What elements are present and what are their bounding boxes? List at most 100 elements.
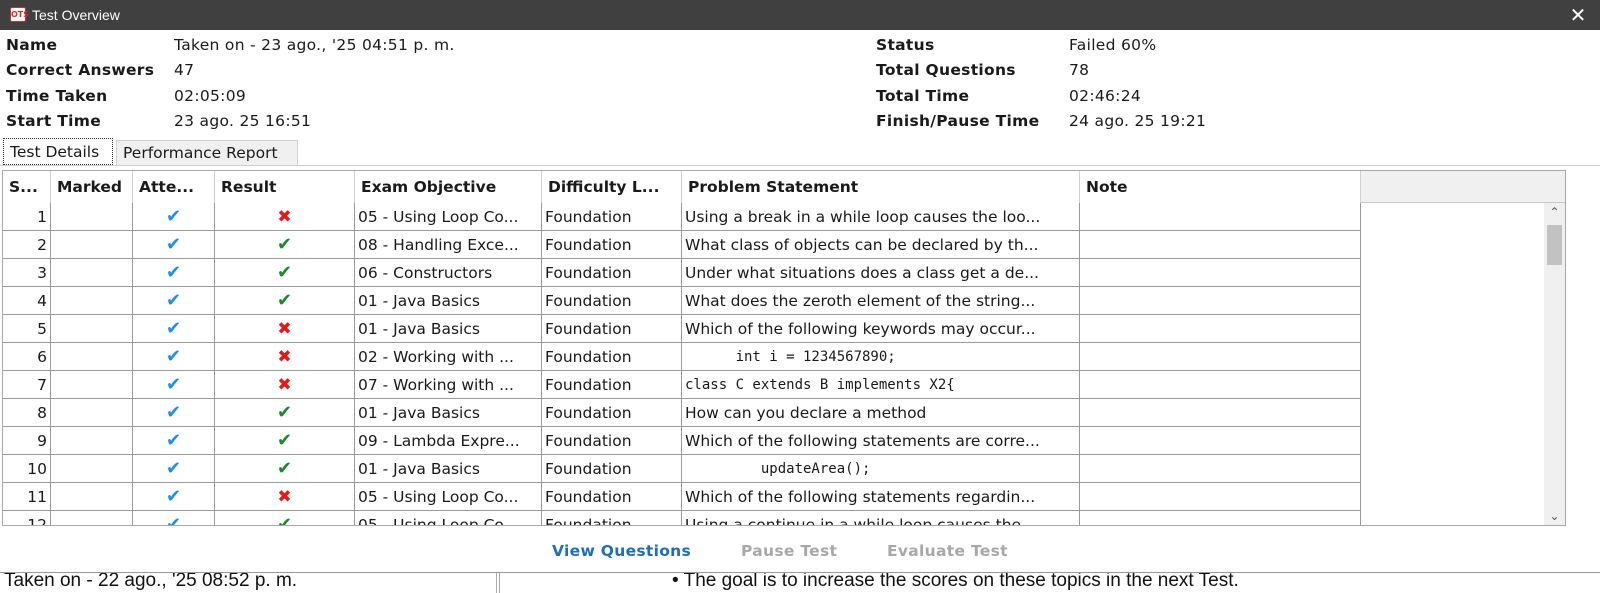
evaluate-test-button[interactable]: Evaluate Test xyxy=(887,542,1008,560)
summary-row-finish-time: Finish/Pause Time 24 ago. 25 19:21 xyxy=(876,108,1206,134)
cell-difficulty: Foundation xyxy=(542,427,682,455)
action-bar: View Questions Pause Test Evaluate Test xyxy=(0,530,1600,572)
summary-label: Status xyxy=(876,36,935,54)
cell-serial: 7 xyxy=(3,371,51,399)
cell-result: ✔ xyxy=(215,511,355,525)
cell-problem-statement: Which of the following keywords may occu… xyxy=(682,315,1080,343)
table-row[interactable]: 9 ✔ ✔ 09 - Lambda Expre... Foundation Which o… xyxy=(3,427,1361,455)
attempted-check-icon: ✔ xyxy=(165,206,182,227)
title-bar: OTS Test Overview ✕ xyxy=(0,0,1600,30)
summary-row-total-questions: Total Questions 78 xyxy=(876,57,1089,83)
cell-note xyxy=(1080,287,1361,315)
window-title: Test Overview xyxy=(32,7,120,23)
summary-label: Total Questions xyxy=(876,61,1016,79)
summary-label: Total Time xyxy=(876,87,970,105)
pause-test-button[interactable]: Pause Test xyxy=(741,542,837,560)
table-row[interactable]: 1 ✔ ✖ 05 - Using Loop Co... Foundation Using … xyxy=(3,203,1361,231)
cell-serial: 4 xyxy=(3,287,51,315)
cell-serial: 2 xyxy=(3,231,51,259)
cell-marked xyxy=(51,315,133,343)
cell-marked xyxy=(51,371,133,399)
table-row[interactable]: 10 ✔ ✔ 01 - Java Basics Foundation updateAre… xyxy=(3,455,1361,483)
cell-problem-statement: Using a break in a while loop causes the… xyxy=(682,203,1080,231)
cell-result: ✖ xyxy=(215,371,355,399)
cell-result: ✖ xyxy=(215,315,355,343)
vertical-scrollbar[interactable]: ⌃ ⌄ xyxy=(1544,203,1565,525)
cell-exam-objective: 07 - Working with ... xyxy=(355,371,542,399)
cell-attempted: ✔ xyxy=(133,371,215,399)
summary-label: Start Time xyxy=(6,112,102,130)
summary-label: Time Taken xyxy=(6,87,108,105)
summary-row-status: Status Failed 60% xyxy=(876,32,1156,58)
table-row[interactable]: 4 ✔ ✔ 01 - Java Basics Foundation What does t… xyxy=(3,287,1361,315)
view-questions-button[interactable]: View Questions xyxy=(552,542,691,560)
cell-marked xyxy=(51,343,133,371)
test-details-table: S... Marked Atte... Result Exam Objectiv… xyxy=(2,170,1566,526)
table-row[interactable]: 7 ✔ ✖ 07 - Working with ... Foundation class … xyxy=(3,371,1361,399)
background-right-text: • The goal is to increase the scores on … xyxy=(672,572,1239,591)
scroll-down-icon[interactable]: ⌄ xyxy=(1544,507,1565,525)
cell-difficulty: Foundation xyxy=(542,455,682,483)
cell-serial: 5 xyxy=(3,315,51,343)
column-header-note[interactable]: Note xyxy=(1080,171,1361,203)
table-row[interactable]: 2 ✔ ✔ 08 - Handling Exce... Foundation What c… xyxy=(3,231,1361,259)
cell-note xyxy=(1080,483,1361,511)
cell-note xyxy=(1080,315,1361,343)
summary-row-start-time: Start Time 23 ago. 25 16:51 xyxy=(6,108,311,134)
summary-value: 47 xyxy=(174,61,195,79)
column-header-difficulty[interactable]: Difficulty L... xyxy=(542,171,682,203)
table-row[interactable]: 8 ✔ ✔ 01 - Java Basics Foundation How can you… xyxy=(3,399,1361,427)
summary-row-correct-answers: Correct Answers 47 xyxy=(6,57,194,83)
summary-row-time-taken: Time Taken 02:05:09 xyxy=(6,83,246,109)
cell-marked xyxy=(51,455,133,483)
column-header-result[interactable]: Result xyxy=(215,171,355,203)
cell-marked xyxy=(51,287,133,315)
cell-result: ✖ xyxy=(215,203,355,231)
cell-result: ✖ xyxy=(215,483,355,511)
summary-row-total-time: Total Time 02:46:24 xyxy=(876,83,1141,109)
cell-difficulty: Foundation xyxy=(542,259,682,287)
tab-test-details[interactable]: Test Details xyxy=(3,138,113,165)
summary-value: 02:46:24 xyxy=(1069,87,1142,105)
table-row[interactable]: 12 ✔ ✔ 05 - Using Loop Co... Foundation Using… xyxy=(3,511,1361,525)
cell-note xyxy=(1080,371,1361,399)
cell-note xyxy=(1080,511,1361,525)
cell-marked xyxy=(51,231,133,259)
correct-check-icon: ✔ xyxy=(276,262,293,283)
cell-marked xyxy=(51,203,133,231)
summary-value: 78 xyxy=(1069,61,1090,79)
tab-performance-report[interactable]: Performance Report xyxy=(116,140,298,165)
cell-exam-objective: 02 - Working with ... xyxy=(355,343,542,371)
column-header-problem-statement[interactable]: Problem Statement xyxy=(682,171,1080,203)
scrollbar-thumb[interactable] xyxy=(1547,225,1562,265)
scroll-up-icon[interactable]: ⌃ xyxy=(1544,203,1565,221)
background-window: Taken on - 22 ago., '25 08:52 p. m. • Th… xyxy=(0,572,1600,593)
cell-attempted: ✔ xyxy=(133,259,215,287)
column-header-attempted[interactable]: Atte... xyxy=(133,171,215,203)
cell-exam-objective: 05 - Using Loop Co... xyxy=(355,203,542,231)
cell-difficulty: Foundation xyxy=(542,287,682,315)
cell-exam-objective: 01 - Java Basics xyxy=(355,455,542,483)
cell-problem-statement: Using a continue in a while loop causes … xyxy=(682,511,1080,525)
close-button[interactable]: ✕ xyxy=(1566,3,1590,27)
cell-serial: 1 xyxy=(3,203,51,231)
correct-check-icon: ✔ xyxy=(276,234,293,255)
cell-attempted: ✔ xyxy=(133,399,215,427)
column-header-serial[interactable]: S... xyxy=(3,171,51,203)
wrong-cross-icon: ✖ xyxy=(277,318,292,339)
attempted-check-icon: ✔ xyxy=(165,318,182,339)
table-row[interactable]: 5 ✔ ✖ 01 - Java Basics Foundation Which of th… xyxy=(3,315,1361,343)
table-row[interactable]: 6 ✔ ✖ 02 - Working with ... Foundation int i… xyxy=(3,343,1361,371)
correct-check-icon: ✔ xyxy=(276,430,293,451)
cell-result: ✔ xyxy=(215,399,355,427)
cell-attempted: ✔ xyxy=(133,231,215,259)
cell-serial: 3 xyxy=(3,259,51,287)
cell-exam-objective: 05 - Using Loop Co... xyxy=(355,511,542,525)
column-header-marked[interactable]: Marked xyxy=(51,171,133,203)
table-row[interactable]: 11 ✔ ✖ 05 - Using Loop Co... Foundation Which… xyxy=(3,483,1361,511)
cell-exam-objective: 05 - Using Loop Co... xyxy=(355,483,542,511)
attempted-check-icon: ✔ xyxy=(165,402,182,423)
table-row[interactable]: 3 ✔ ✔ 06 - Constructors Foundation Under what… xyxy=(3,259,1361,287)
column-header-exam-objective[interactable]: Exam Objective xyxy=(355,171,542,203)
summary-value: Failed 60% xyxy=(1069,36,1157,54)
